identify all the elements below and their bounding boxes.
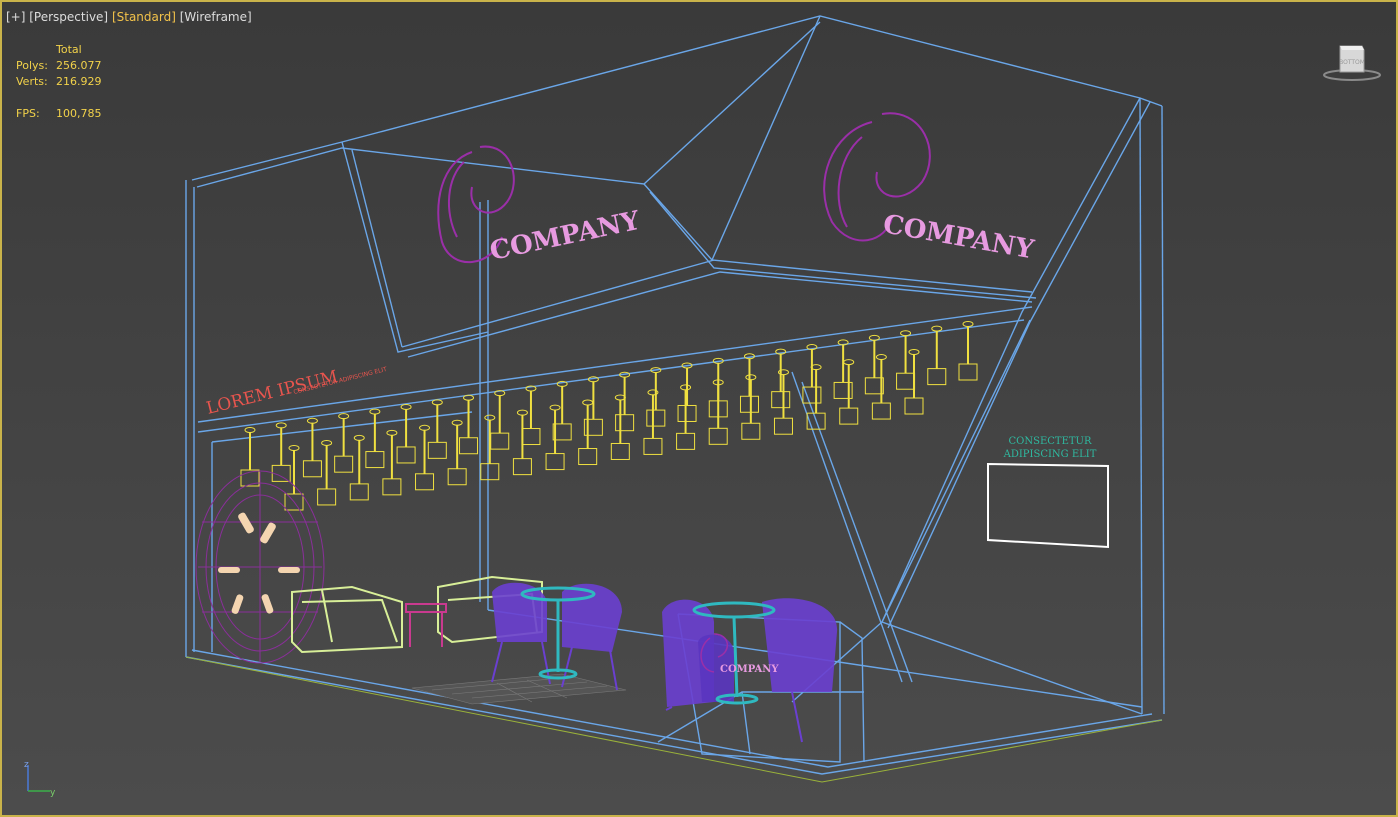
pendant-lamp xyxy=(459,394,479,455)
pendant-lamp xyxy=(927,325,947,386)
axis-tripod-icon: z y xyxy=(24,760,56,798)
pendant-lamp xyxy=(365,408,385,469)
pendant-lamp xyxy=(771,348,791,409)
pendant-lamp xyxy=(741,374,761,440)
pendant-lamp xyxy=(802,344,822,404)
scene-wireframe[interactable]: COMPANY COMPANY LOREM IPSUM CONSECTETUR … xyxy=(2,2,1398,817)
pendant-lamp xyxy=(610,394,630,460)
lorem-ipsum-text: LOREM IPSUM xyxy=(204,367,340,419)
company-text-right: COMPANY xyxy=(881,209,1037,265)
pendant-lamp xyxy=(317,439,337,506)
pendant-lamp xyxy=(615,371,635,432)
pendant-lamp xyxy=(415,424,435,491)
pendant-lamp xyxy=(739,353,759,413)
pendant-lamp xyxy=(512,409,532,476)
pendant-lamp xyxy=(896,330,916,390)
pendant-lamp xyxy=(284,445,304,511)
panel-text-line1: CONSECTETUR xyxy=(1009,436,1092,447)
pendant-lamp xyxy=(676,384,696,450)
cafe-chairs xyxy=(491,582,838,743)
point-of-view-label[interactable]: [Perspective] xyxy=(29,10,108,24)
company-text-counter: COMPANY xyxy=(720,664,779,675)
side-table xyxy=(405,603,447,647)
fps-label: FPS: xyxy=(16,107,40,120)
pendant-lamp xyxy=(427,399,447,459)
company-text-left: COMPANY xyxy=(487,206,643,267)
stats-header: Total xyxy=(56,43,82,56)
round-wall-shelf xyxy=(195,470,325,664)
verts-value: 216.929 xyxy=(56,75,102,88)
pendant-lamp xyxy=(271,422,291,482)
floor-rug-wireframe xyxy=(411,673,627,705)
viewcube-icon[interactable]: BOTTOM xyxy=(1322,42,1382,82)
shelf-items xyxy=(218,512,300,614)
polys-value: 256.077 xyxy=(56,59,102,72)
fps-value: 100,785 xyxy=(56,107,102,120)
pendant-lamp xyxy=(708,379,728,445)
display-mode-label[interactable]: [Wireframe] xyxy=(180,10,252,24)
wall-screen-panel xyxy=(987,462,1109,549)
viewport-perspective[interactable]: [+] [Perspective] [Standard] [Wireframe]… xyxy=(0,0,1398,817)
pendant-lamp xyxy=(480,414,500,481)
pendant-lamps-group xyxy=(240,321,978,511)
pendant-lamp xyxy=(447,419,467,486)
pendant-lamp xyxy=(334,413,354,473)
statistics-overlay: Total Polys: 256.077 Verts: 216.929 FPS: 10… xyxy=(16,42,102,122)
polys-label: Polys: xyxy=(16,59,48,72)
pendant-lamp xyxy=(958,321,978,381)
pendant-lamp xyxy=(302,417,322,478)
pendant-lamp xyxy=(677,362,697,422)
axis-y-label: y xyxy=(50,788,56,798)
viewport-menu-button[interactable]: [+] xyxy=(6,10,25,24)
viewport-label-bar: [+] [Perspective] [Standard] [Wireframe] xyxy=(6,10,252,24)
verts-label: Verts: xyxy=(16,75,48,88)
pendant-lamp xyxy=(396,403,416,464)
pendant-lamp xyxy=(646,367,666,427)
shading-label[interactable]: [Standard] xyxy=(112,10,176,24)
pendant-lamp xyxy=(904,349,924,415)
panel-text-line2: ADIPISCING ELIT xyxy=(1003,449,1097,460)
axis-z-label: z xyxy=(24,760,29,770)
svg-text:BOTTOM: BOTTOM xyxy=(1339,59,1365,66)
